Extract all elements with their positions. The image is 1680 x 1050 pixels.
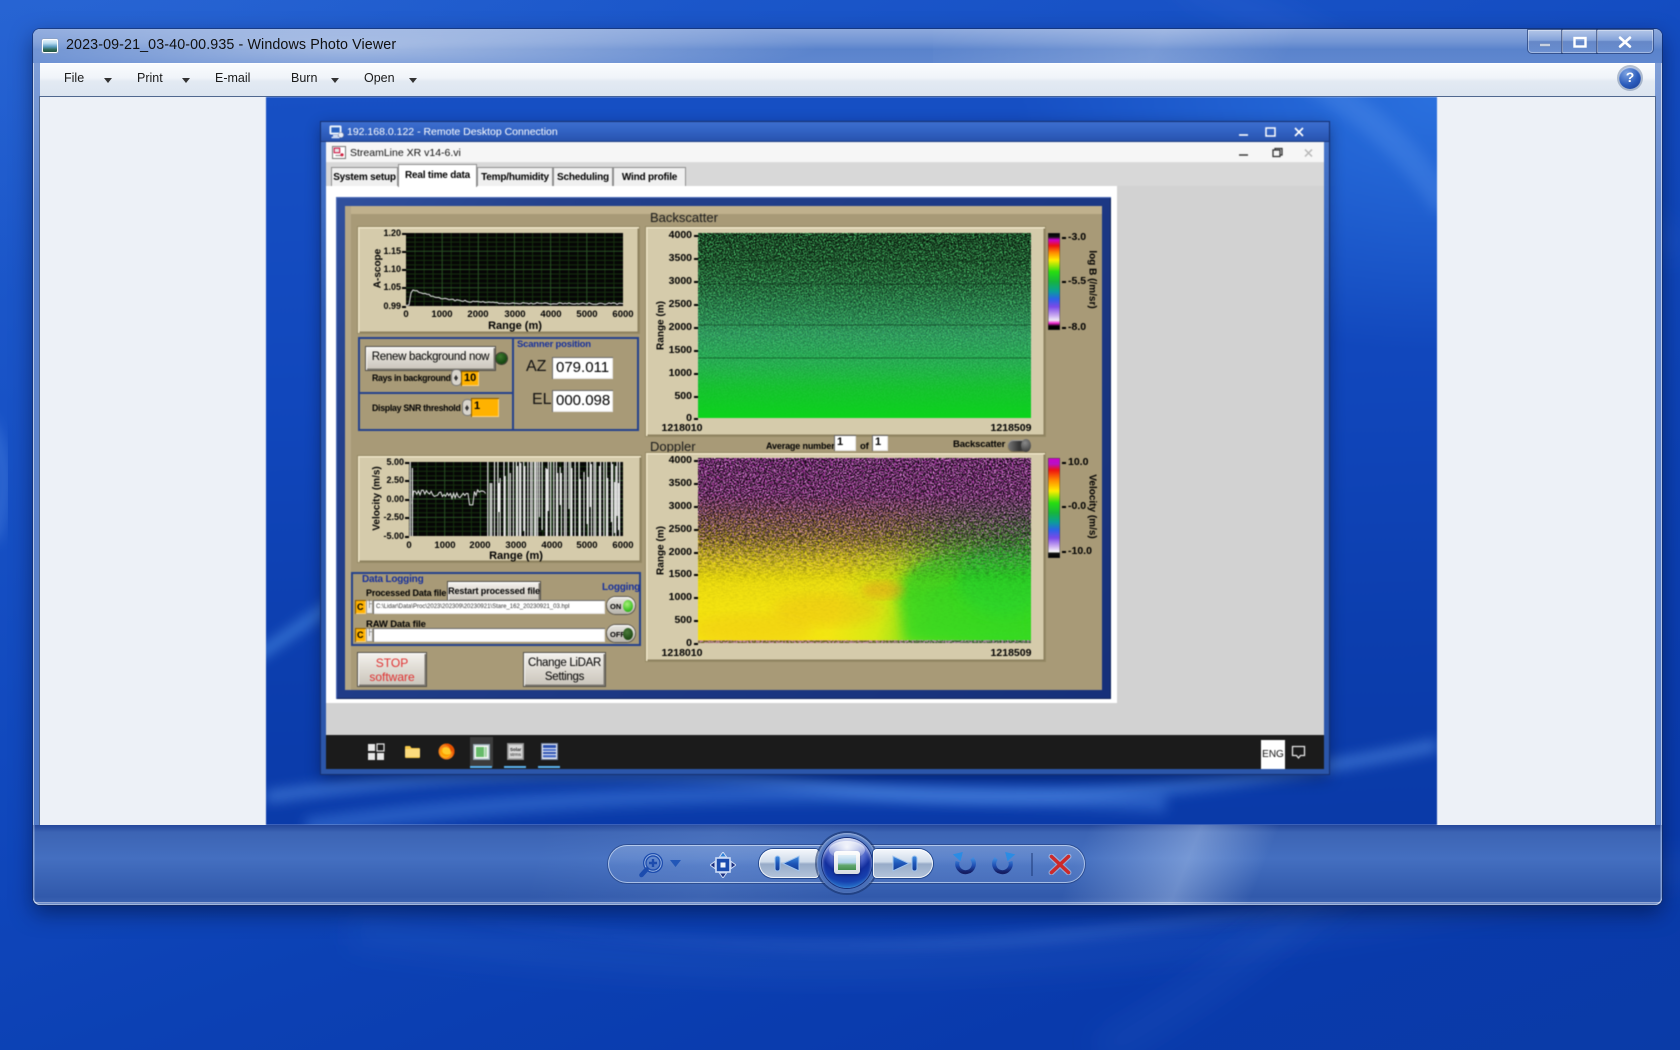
svg-text:strms: strms xyxy=(510,752,522,757)
